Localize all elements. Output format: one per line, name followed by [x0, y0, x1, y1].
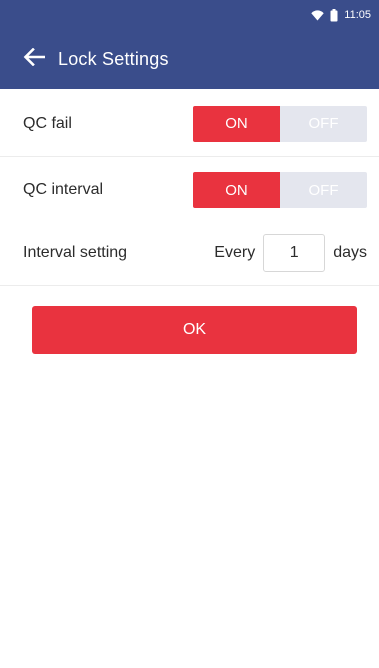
qc-fail-row: QC fail ON OFF: [0, 91, 379, 157]
interval-setting-label: Interval setting: [23, 243, 128, 261]
qc-fail-off-option[interactable]: OFF: [280, 105, 367, 142]
qc-interval-label: QC interval: [23, 181, 104, 198]
battery-icon: [330, 8, 338, 22]
app-bar: Lock Settings: [0, 30, 379, 89]
qc-interval-on-option[interactable]: ON: [193, 172, 280, 208]
back-button[interactable]: [10, 30, 58, 89]
ok-button[interactable]: OK: [32, 306, 357, 354]
arrow-left-icon: [23, 47, 46, 71]
qc-interval-row: QC interval ON OFF: [0, 157, 379, 223]
interval-group: Every days: [214, 233, 367, 272]
qc-fail-label: QC fail: [23, 114, 72, 132]
qc-fail-toggle[interactable]: ON OFF: [193, 105, 367, 142]
interval-suffix: days: [333, 243, 367, 261]
interval-days-input[interactable]: [263, 233, 326, 272]
qc-interval-toggle[interactable]: ON OFF: [193, 172, 367, 208]
status-time: 11:05: [344, 9, 371, 21]
interval-prefix: Every: [214, 243, 256, 261]
interval-setting-row: Interval setting Every days: [0, 220, 379, 286]
wifi-icon: [311, 9, 324, 21]
status-bar: 11:05: [0, 0, 379, 30]
qc-fail-on-option[interactable]: ON: [193, 105, 280, 142]
page-title: Lock Settings: [58, 49, 169, 69]
qc-interval-off-option[interactable]: OFF: [280, 172, 367, 208]
